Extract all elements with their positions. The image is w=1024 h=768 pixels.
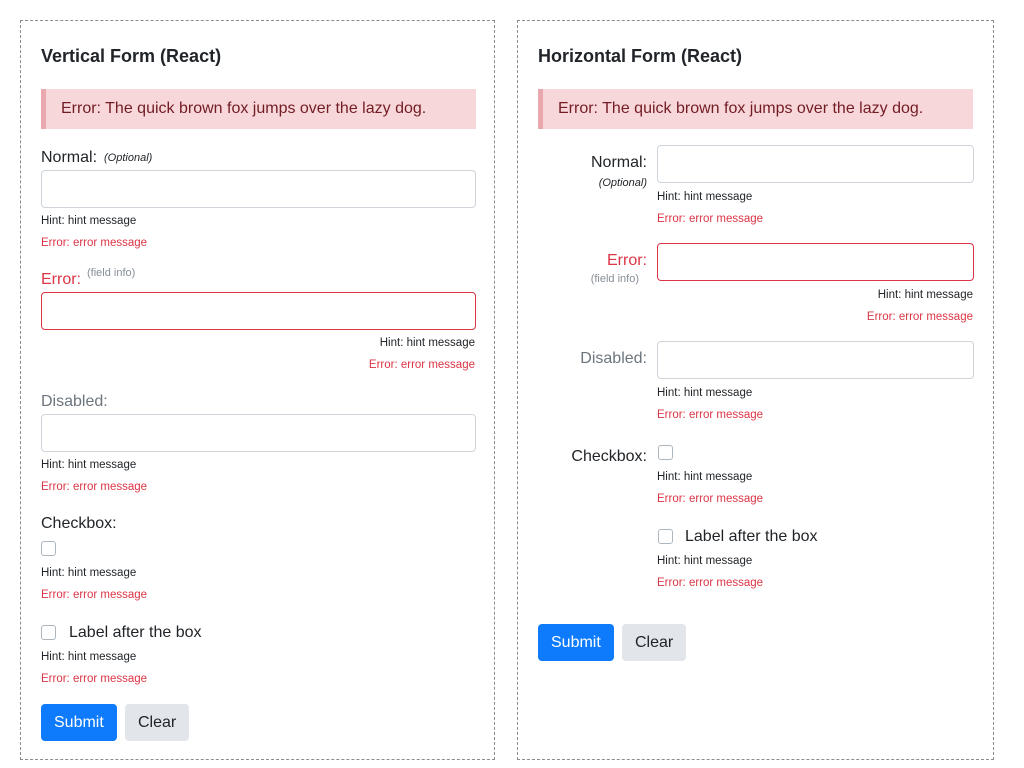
error-field-input[interactable] [41,292,476,330]
horizontal-form-panel: Horizontal Form (React) Error: The quick… [517,20,994,760]
vertical-form-title: Vertical Form (React) [41,46,222,66]
checkbox-error-message: Error: error message [657,493,764,505]
checkbox-after-label[interactable]: Label after the box [69,624,202,642]
checkbox-after-label[interactable]: Label after the box [685,528,818,546]
error-field-hint: Hint: hint message [877,289,973,301]
disabled-input [41,414,476,452]
disabled-error-message: Error: error message [657,409,764,421]
checkbox-label: Checkbox: [571,448,647,465]
checkbox-after-error-message: Error: error message [657,577,764,589]
horizontal-error-alert: Error: The quick brown fox jumps over th… [538,89,973,129]
optional-indicator: (Optional) [598,177,647,189]
normal-error-message: Error: error message [657,213,764,225]
error-field-error-message: Error: error message [866,311,973,323]
disabled-hint: Hint: hint message [41,459,137,471]
error-field-label: Error: [41,271,81,288]
vertical-form-panel: Vertical Form (React) Error: The quick b… [20,20,495,760]
disabled-error-message: Error: error message [41,481,148,493]
disabled-hint: Hint: hint message [657,387,753,399]
clear-button[interactable]: Clear [125,704,190,741]
checkbox-label-after[interactable] [41,625,56,640]
disabled-input [657,341,974,379]
normal-error-message: Error: error message [41,237,148,249]
normal-label: Normal: [590,154,647,171]
field-info: (field info) [590,273,639,285]
disabled-label: Disabled: [580,350,647,367]
normal-input[interactable] [41,170,476,208]
checkbox-hint: Hint: hint message [657,471,753,483]
checkbox-after-hint: Hint: hint message [41,651,137,663]
normal-input[interactable] [657,145,974,183]
checkbox-label-after[interactable] [658,529,673,544]
vertical-error-alert: Error: The quick brown fox jumps over th… [41,89,476,129]
field-info: (field info) [87,267,136,279]
disabled-label: Disabled: [41,393,108,410]
normal-hint: Hint: hint message [657,191,753,203]
error-field-label: Error: [607,252,647,269]
clear-button[interactable]: Clear [622,624,687,661]
error-field-hint: Hint: hint message [379,337,475,349]
checkbox-after-hint: Hint: hint message [657,555,753,567]
checkbox-label: Checkbox: [41,515,117,532]
checkbox[interactable] [658,445,673,460]
normal-label: Normal: [41,149,98,166]
error-field-input[interactable] [657,243,974,281]
checkbox-error-message: Error: error message [41,589,148,601]
error-field-error-message: Error: error message [368,359,475,371]
submit-button[interactable]: Submit [538,624,614,661]
optional-indicator: (Optional) [104,152,153,164]
checkbox-hint: Hint: hint message [41,567,137,579]
submit-button[interactable]: Submit [41,704,117,741]
checkbox-after-error-message: Error: error message [41,673,148,685]
horizontal-form-title: Horizontal Form (React) [538,46,743,66]
checkbox[interactable] [41,541,56,556]
normal-hint: Hint: hint message [41,215,137,227]
